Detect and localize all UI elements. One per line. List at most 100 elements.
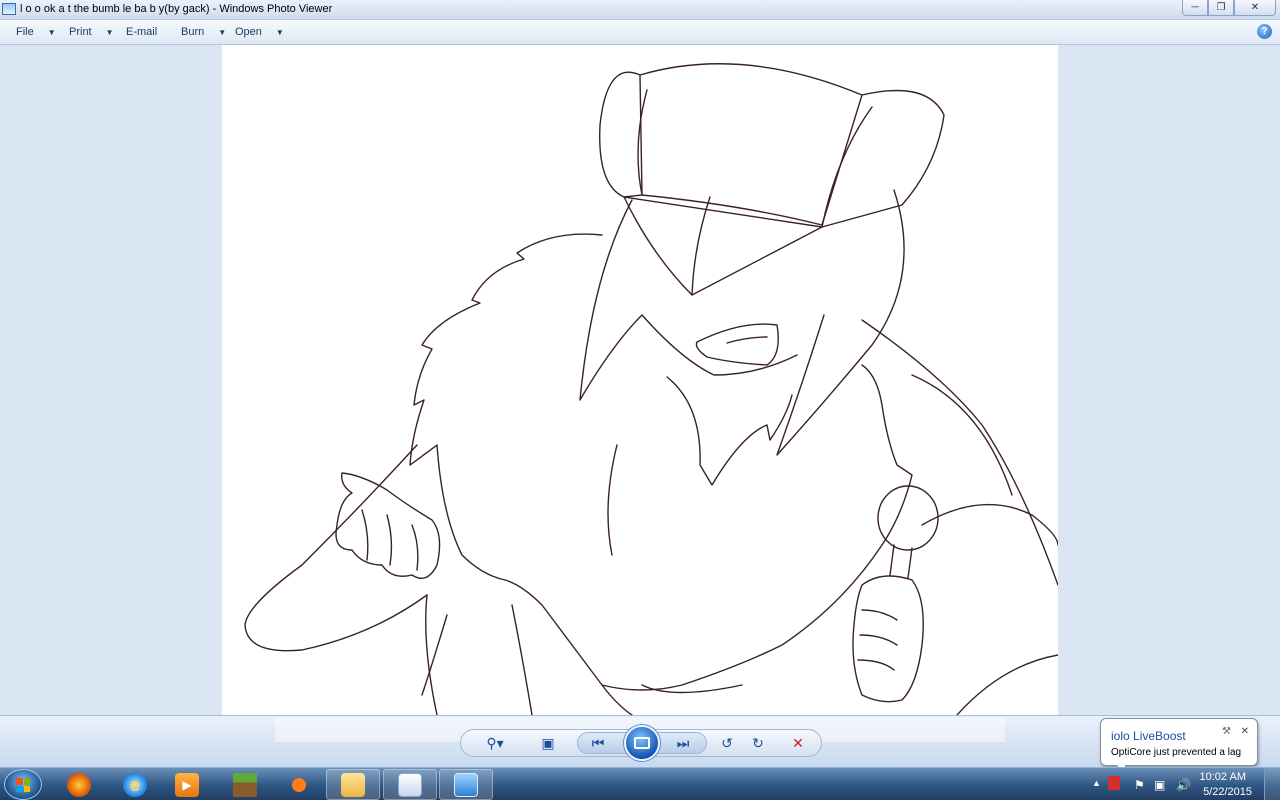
menu-email[interactable]: E-mail (126, 26, 157, 38)
media-player-icon: ▶ (175, 772, 199, 797)
slideshow-button[interactable] (624, 725, 660, 761)
microphone-head (877, 485, 939, 551)
hair-right (776, 189, 905, 456)
right-hand (852, 575, 924, 703)
window-buttons: ─ ❐ ✕ (1182, 0, 1276, 16)
minecraft-icon (233, 772, 257, 797)
right-fingers (857, 609, 898, 671)
taskbar: e ▶ ▲ ⚑ ▣ 🔊 10:02 AM 5/22/2015 (0, 767, 1280, 800)
menu-open[interactable]: Open ▼ (235, 26, 284, 38)
rotate-cw-button[interactable]: ↻ (746, 733, 770, 753)
slideshow-icon (634, 737, 650, 749)
fish-icon (287, 772, 311, 797)
previous-button[interactable]: ⏮ (586, 733, 610, 753)
menu-print-label: Print (69, 26, 92, 38)
taskbar-fish-game[interactable] (272, 769, 326, 800)
options-icon[interactable]: ⚒ (1222, 726, 1231, 737)
chest-fold (607, 444, 618, 556)
restore-button[interactable]: ❐ (1208, 0, 1234, 16)
rotate-cw-icon: ↻ (752, 734, 764, 751)
teeth-line (726, 336, 768, 344)
taskbar-media-player[interactable]: ▶ (160, 769, 214, 800)
notification-message: OptiCore just prevented a lag (1111, 747, 1242, 758)
paint-icon (398, 772, 422, 797)
image-viewer (0, 45, 1280, 715)
internet-explorer-icon: e (123, 772, 147, 797)
menu-open-label: Open (235, 26, 262, 38)
taskbar-file-explorer[interactable] (326, 769, 380, 800)
hat-split (691, 196, 711, 296)
system-tray: ▲ ⚑ ▣ 🔊 10:02 AM 5/22/2015 (1080, 768, 1280, 800)
hat-right-flap (821, 89, 945, 228)
next-icon: ⏭ (676, 734, 690, 751)
menu-burn-label: Burn (181, 26, 205, 38)
control-pill: ⚲▾ ▣ ⏮ ⏭ ↺ ↻ ✕ (460, 725, 822, 761)
windows-logo-icon (16, 778, 30, 792)
taskbar-photo-viewer[interactable] (439, 769, 493, 800)
clock-date[interactable]: 5/22/2015 (1203, 786, 1252, 798)
displayed-image[interactable] (222, 45, 1058, 715)
chevron-down-icon: ▼ (105, 28, 114, 37)
chevron-down-icon: ▼ (275, 28, 284, 37)
action-center-flag-icon[interactable]: ⚑ (1134, 778, 1145, 792)
title-bar: l o o ok a t the bumb le ba b y(by gack)… (0, 0, 1280, 20)
window-title: l o o ok a t the bumb le ba b y(by gack)… (20, 3, 333, 15)
start-button[interactable] (4, 769, 42, 800)
iolo-tray-icon[interactable] (1108, 776, 1120, 790)
chevron-down-icon: ▼ (218, 28, 227, 37)
next-button[interactable]: ⏭ (671, 733, 695, 753)
photo-viewer-icon (454, 772, 478, 797)
close-button[interactable]: ✕ (1234, 0, 1276, 16)
chevron-down-icon: ▼ (47, 28, 56, 37)
minimize-icon: ─ (1191, 2, 1199, 13)
close-icon: ✕ (1250, 2, 1260, 13)
show-desktop-button[interactable] (1264, 768, 1280, 800)
network-icon[interactable]: ▣ (1154, 778, 1165, 792)
fur-inner (666, 376, 793, 486)
notification-balloon[interactable]: iolo LiveBoost ⚒ ✕ OptiCore just prevent… (1100, 718, 1258, 774)
left-hand (335, 472, 441, 579)
zoom-icon: ⚲▾ (486, 734, 504, 751)
right-shoulder (921, 503, 1058, 546)
right-lower (956, 654, 1058, 715)
menu-burn[interactable]: Burn ▼ (181, 26, 226, 38)
viewer-controls: ⚲▾ ▣ ⏮ ⏭ ↺ ↻ ✕ (0, 715, 1280, 767)
restore-icon: ❐ (1216, 2, 1226, 13)
taskbar-firefox[interactable] (52, 769, 106, 800)
taskbar-minecraft[interactable] (218, 769, 272, 800)
volume-icon[interactable]: 🔊 (1176, 778, 1191, 792)
menu-file-label: File (16, 26, 34, 38)
menu-file[interactable]: File ▼ (16, 26, 56, 38)
lower-body (421, 604, 743, 715)
delete-icon: ✕ (792, 734, 804, 751)
menu-print[interactable]: Print ▼ (69, 26, 114, 38)
left-fingers (361, 509, 419, 571)
menu-email-label: E-mail (126, 26, 158, 38)
minimize-button[interactable]: ─ (1182, 0, 1208, 16)
help-button[interactable]: ? (1257, 24, 1272, 39)
photo-viewer-icon (2, 3, 16, 15)
previous-icon: ⏮ (591, 734, 605, 751)
hat-brim (623, 196, 823, 296)
left-arm (244, 444, 428, 652)
menu-bar: File ▼ Print ▼ E-mail Burn ▼ Open ▼ ? (0, 20, 1280, 45)
mouth (695, 323, 779, 366)
show-hidden-icons[interactable]: ▲ (1092, 778, 1101, 788)
right-sleeve-inner (911, 374, 1013, 496)
rotate-ccw-button[interactable]: ↺ (715, 733, 739, 753)
folder-icon (341, 772, 365, 797)
notification-title: iolo LiveBoost (1111, 729, 1186, 743)
zoom-button[interactable]: ⚲▾ (483, 733, 507, 753)
hair-left (579, 199, 643, 401)
help-icon: ? (1261, 26, 1268, 37)
rotate-ccw-icon: ↺ (721, 734, 733, 751)
actual-size-button[interactable]: ▣ (536, 733, 560, 753)
delete-button[interactable]: ✕ (786, 733, 810, 753)
notification-close-icon[interactable]: ✕ (1241, 726, 1249, 737)
taskbar-paint[interactable] (383, 769, 437, 800)
taskbar-internet-explorer[interactable]: e (108, 769, 162, 800)
fur-collar-left (409, 233, 913, 691)
clock-time[interactable]: 10:02 AM (1200, 771, 1246, 783)
line-art-drawing (244, 63, 1058, 715)
actual-size-icon: ▣ (541, 734, 555, 751)
